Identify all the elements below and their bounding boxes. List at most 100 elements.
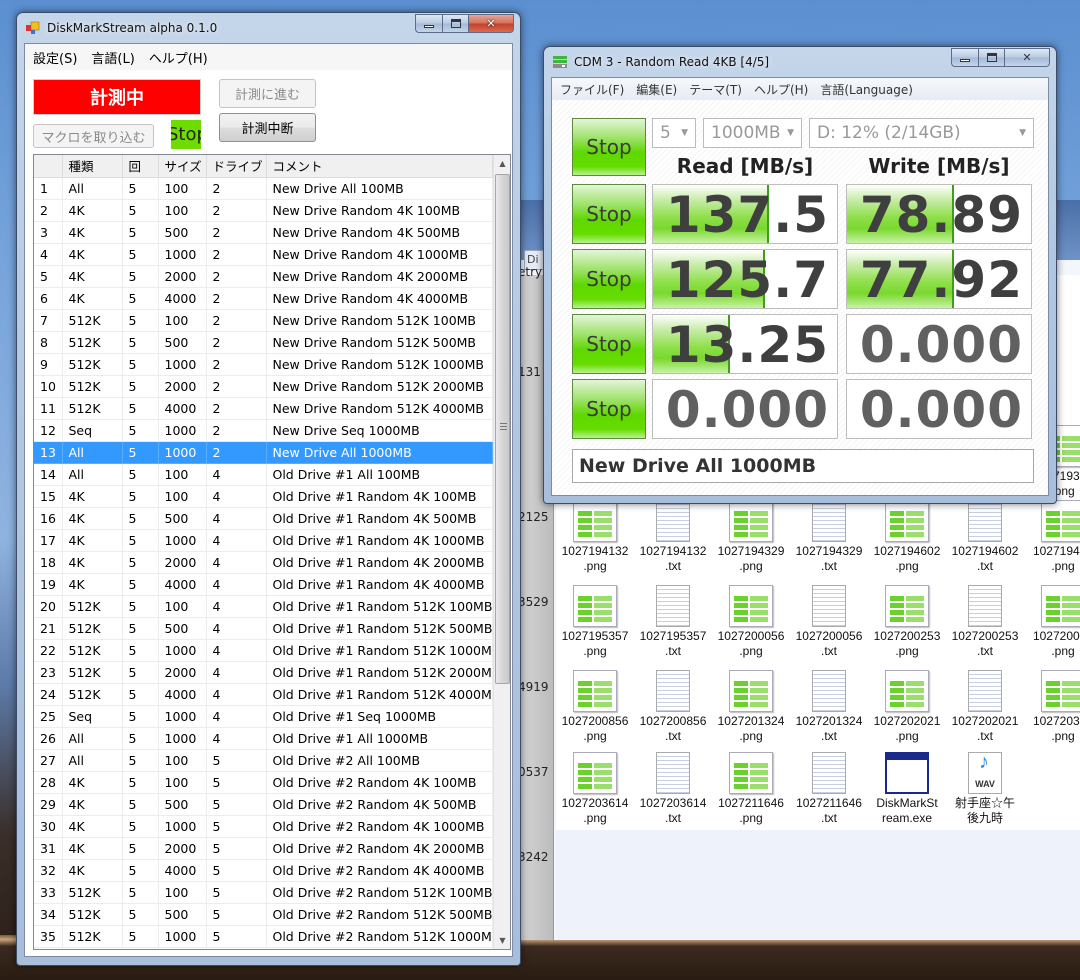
menu-help[interactable]: ヘルプ(H) [149,48,208,67]
table-row[interactable]: 19 4K 5 4000 4 Old Drive #1 Random 4K 4000MB [34,573,493,596]
file-item[interactable]: 1027211646 .png [712,752,790,826]
minimize-button[interactable] [415,14,443,33]
file-item[interactable]: 1027194132 .png [556,500,634,574]
abort-button[interactable]: 計測中断 [219,113,316,142]
table-row[interactable]: 5 4K 5 2000 2 New Drive Random 4K 2000MB [34,265,493,288]
menu-help[interactable]: ヘルプ(H) [754,81,808,98]
table-row[interactable]: 34 512K 5 500 5 Old Drive #2 Random 512K 500M… [34,903,493,926]
menu-theme[interactable]: テーマ(T) [689,81,742,98]
col-header-type[interactable]: 種類 [62,155,123,178]
menu-language[interactable]: 言語(L) [91,48,134,67]
table-row[interactable]: 22 512K 5 1000 4 Old Drive #1 Random 512K 100… [34,639,493,662]
table-row[interactable]: 31 4K 5 2000 5 Old Drive #2 Random 4K 2000MB [34,837,493,860]
file-item[interactable]: 1027195357 .png [556,585,634,659]
table-scrollbar[interactable]: ▲ ▼ [493,155,510,949]
table-row[interactable]: 27 All 5 100 5 Old Drive #2 All 100MB [34,749,493,772]
count-select[interactable]: 5 ▼ [652,118,696,148]
menu-settings[interactable]: 設定(S) [33,48,77,67]
nav-item[interactable]: etry [518,265,542,279]
close-button[interactable]: ✕ [1005,48,1050,67]
table-row[interactable]: 4 4K 5 1000 2 New Drive Random 4K 1000MB [34,243,493,266]
scroll-up-icon[interactable]: ▲ [494,155,510,172]
proceed-button[interactable]: 計測に進む [219,79,316,108]
stop-all-button[interactable]: Stop [572,118,646,176]
file-item[interactable]: ♪ WAV 射手座☆午 後九時 [946,752,1024,826]
table-row[interactable]: 18 4K 5 2000 4 Old Drive #1 Random 4K 2000MB [34,551,493,574]
table-row[interactable]: 16 4K 5 500 4 Old Drive #1 Random 4K 500MB [34,507,493,530]
table-row[interactable]: 8 512K 5 500 2 New Drive Random 512K 500MB [34,331,493,354]
nav-item[interactable]: 3242 [518,850,549,864]
table-row[interactable]: 33 512K 5 100 5 Old Drive #2 Random 512K 100M… [34,881,493,904]
table-row[interactable]: 13 All 5 1000 2 New Drive All 1000MB [34,441,493,464]
nav-item[interactable]: 4919 [518,680,549,694]
table-row[interactable]: 15 4K 5 100 4 Old Drive #1 Random 4K 100MB [34,485,493,508]
file-item[interactable]: 1027200056 .png [712,585,790,659]
table-row[interactable]: 17 4K 5 1000 4 Old Drive #1 Random 4K 1000MB [34,529,493,552]
file-item[interactable]: 1027194132 .txt [634,500,712,574]
scroll-down-icon[interactable]: ▼ [494,932,510,949]
table-row[interactable]: 12 Seq 5 1000 2 New Drive Seq 1000MB [34,419,493,442]
close-button[interactable]: ✕ [469,14,514,33]
size-select[interactable]: 1000MB ▼ [703,118,802,148]
table-row[interactable]: 20 512K 5 100 4 Old Drive #1 Random 512K 100M… [34,595,493,618]
table-row[interactable]: 10 512K 5 2000 2 New Drive Random 512K 2000MB [34,375,493,398]
table-row[interactable]: 30 4K 5 1000 5 Old Drive #2 Random 4K 1000MB [34,815,493,838]
scrollbar-thumb[interactable] [495,174,510,684]
nav-item[interactable]: 3529 [518,595,549,609]
col-header-count[interactable]: 回 [122,155,159,178]
table-row[interactable]: 21 512K 5 500 4 Old Drive #1 Random 512K 500M… [34,617,493,640]
file-item[interactable]: 1027201324 .png [712,670,790,744]
table-row[interactable]: 24 512K 5 4000 4 Old Drive #1 Random 512K 400… [34,683,493,706]
comment-field[interactable]: New Drive All 1000MB [572,449,1034,483]
menu-file[interactable]: ファイル(F) [560,81,624,98]
nav-item[interactable]: 2125 [518,510,549,524]
table-row[interactable]: 6 4K 5 4000 2 New Drive Random 4K 4000MB [34,287,493,310]
file-item[interactable]: 1027200253 .txt [946,585,1024,659]
file-item[interactable]: 1027195357 .txt [634,585,712,659]
table-row[interactable]: 23 512K 5 2000 4 Old Drive #1 Random 512K 200… [34,661,493,684]
minimize-button[interactable] [951,48,979,67]
file-item[interactable]: DiskMarkSt ream.exe [868,752,946,826]
table-row[interactable]: 25 Seq 5 1000 4 Old Drive #1 Seq 1000MB [34,705,493,728]
file-item[interactable]: 1027202021 .txt [946,670,1024,744]
col-header-drive[interactable]: ドライブ [206,155,267,178]
table-row[interactable]: 1 All 5 100 2 New Drive All 100MB [34,177,493,200]
file-item[interactable]: 1027194602 .txt [946,500,1024,574]
file-item[interactable]: 1027201324 .txt [790,670,868,744]
maximize-button[interactable] [979,48,1005,67]
col-header-size[interactable]: サイズ [158,155,207,178]
file-item[interactable]: 1027194329 .png [712,500,790,574]
file-item[interactable]: 1027200856 .png [556,670,634,744]
menu-language[interactable]: 言語(Language) [820,81,913,98]
nav-item[interactable]: 0537 [518,765,549,779]
drive-select[interactable]: D: 12% (2/14GB) ▼ [809,118,1034,148]
import-macro-button[interactable]: マクロを取り込む [33,124,154,148]
table-row[interactable]: 14 All 5 100 4 Old Drive #1 All 100MB [34,463,493,486]
table-row[interactable]: 29 4K 5 500 5 Old Drive #2 Random 4K 500MB [34,793,493,816]
stop-512k-button[interactable]: Stop [572,249,646,309]
table-row[interactable]: 7 512K 5 100 2 New Drive Random 512K 100MB [34,309,493,332]
macro-table[interactable]: 種類 回 サイズ ドライブ コメント 1 All 5 100 2 New Drive Al… [33,154,511,950]
table-row[interactable]: 26 All 5 1000 4 Old Drive #1 All 1000MB [34,727,493,750]
file-item[interactable]: 1027200253 .png [868,585,946,659]
file-item[interactable]: 1027211646 .txt [790,752,868,826]
file-item[interactable]: 102720321.png [1024,670,1080,744]
file-item[interactable]: 1027194329 .txt [790,500,868,574]
col-header-index[interactable] [34,155,63,178]
stop-4k-qd32-button[interactable]: Stop [572,379,646,439]
file-item[interactable]: 102720052.png [1024,585,1080,659]
menu-edit[interactable]: 編集(E) [636,81,677,98]
file-item[interactable]: 1027200856 .txt [634,670,712,744]
stop-4k-button[interactable]: Stop [572,314,646,374]
table-row[interactable]: 35 512K 5 1000 5 Old Drive #2 Random 512K 100… [34,925,493,948]
table-row[interactable]: 28 4K 5 100 5 Old Drive #2 Random 4K 100MB [34,771,493,794]
table-row[interactable]: 2 4K 5 100 2 New Drive Random 4K 100MB [34,199,493,222]
table-row[interactable]: 11 512K 5 4000 2 New Drive Random 512K 4000MB [34,397,493,420]
table-row[interactable]: 32 4K 5 4000 5 Old Drive #2 Random 4K 4000MB [34,859,493,882]
file-item[interactable]: 1027202021 .png [868,670,946,744]
file-item[interactable]: 1027200056 .txt [790,585,868,659]
stop-seq-button[interactable]: Stop [572,184,646,244]
table-row[interactable]: 9 512K 5 1000 2 New Drive Random 512K 1000MB [34,353,493,376]
nav-item[interactable]: 131 [518,365,541,379]
col-header-comment[interactable]: コメント [266,155,493,178]
